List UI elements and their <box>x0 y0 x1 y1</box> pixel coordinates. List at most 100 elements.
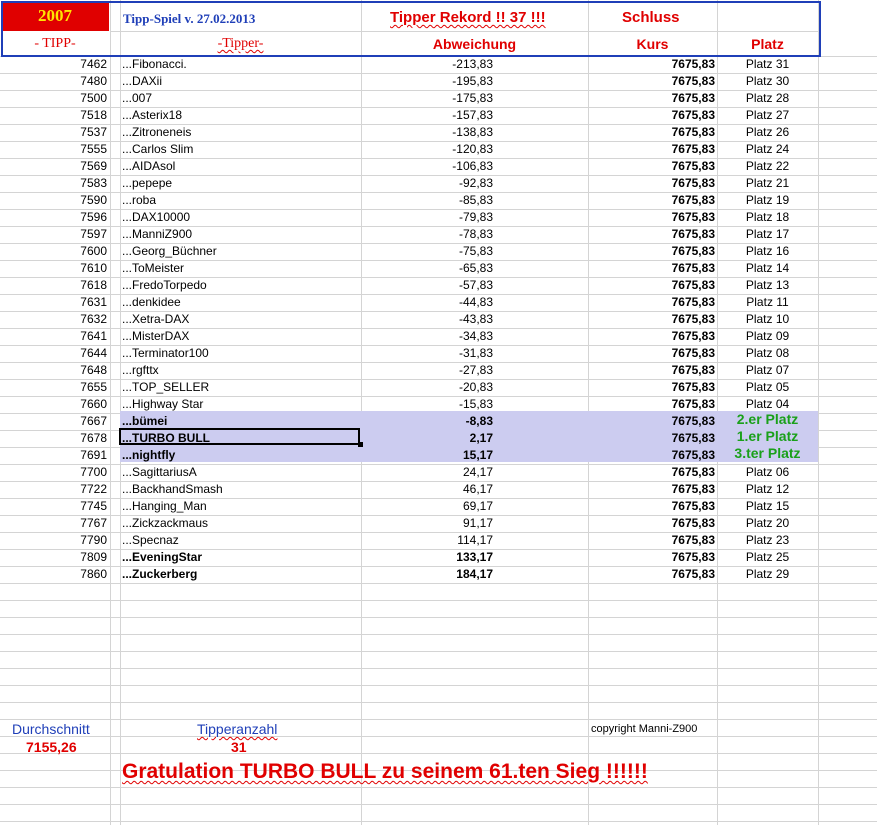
kurs-cell[interactable]: 7675,83 <box>588 311 715 328</box>
platz-cell[interactable]: Platz 10 <box>717 311 818 328</box>
tipper-cell[interactable]: ...Asterix18 <box>122 107 360 124</box>
tipper-cell[interactable]: ...Terminator100 <box>122 345 360 362</box>
fill-handle[interactable] <box>358 442 363 447</box>
kurs-cell[interactable]: 7675,83 <box>588 243 715 260</box>
kurs-cell[interactable]: 7675,83 <box>588 328 715 345</box>
platz-cell[interactable]: Platz 13 <box>717 277 818 294</box>
abweichung-cell[interactable]: -27,83 <box>361 362 493 379</box>
tipper-cell[interactable]: ...007 <box>122 90 360 107</box>
tipp-cell[interactable]: 7590 <box>0 192 107 209</box>
platz-cell[interactable]: Platz 16 <box>717 243 818 260</box>
tipp-cell[interactable]: 7597 <box>0 226 107 243</box>
kurs-cell[interactable]: 7675,83 <box>588 549 715 566</box>
abweichung-cell[interactable]: 46,17 <box>361 481 493 498</box>
kurs-cell[interactable]: 7675,83 <box>588 209 715 226</box>
kurs-cell[interactable]: 7675,83 <box>588 56 715 73</box>
kurs-cell[interactable]: 7675,83 <box>588 90 715 107</box>
platz-cell[interactable]: Platz 19 <box>717 192 818 209</box>
kurs-cell[interactable]: 7675,83 <box>588 158 715 175</box>
tipp-cell[interactable]: 7667 <box>0 413 107 430</box>
abweichung-cell[interactable]: -79,83 <box>361 209 493 226</box>
tipper-cell[interactable]: ...FredoTorpedo <box>122 277 360 294</box>
kurs-cell[interactable]: 7675,83 <box>588 345 715 362</box>
abweichung-cell[interactable]: 69,17 <box>361 498 493 515</box>
tipp-cell[interactable]: 7569 <box>0 158 107 175</box>
platz-cell[interactable]: Platz 15 <box>717 498 818 515</box>
kurs-cell[interactable]: 7675,83 <box>588 464 715 481</box>
tipper-cell[interactable]: ...Georg_Büchner <box>122 243 360 260</box>
tipp-cell[interactable]: 7583 <box>0 175 107 192</box>
tipp-cell[interactable]: 7610 <box>0 260 107 277</box>
tipp-cell[interactable]: 7790 <box>0 532 107 549</box>
platz-cell[interactable]: Platz 07 <box>717 362 818 379</box>
tipp-cell[interactable]: 7678 <box>0 430 107 447</box>
tipp-cell[interactable]: 7648 <box>0 362 107 379</box>
platz-cell[interactable]: Platz 09 <box>717 328 818 345</box>
tipper-cell[interactable]: ...DAX10000 <box>122 209 360 226</box>
tipper-cell[interactable]: ...ToMeister <box>122 260 360 277</box>
tipp-cell[interactable]: 7462 <box>0 56 107 73</box>
tipper-cell[interactable]: ...AIDAsol <box>122 158 360 175</box>
platz-cell[interactable]: Platz 12 <box>717 481 818 498</box>
tipper-cell[interactable]: ...DAXii <box>122 73 360 90</box>
tipper-cell[interactable]: ...pepepe <box>122 175 360 192</box>
platz-cell[interactable]: Platz 18 <box>717 209 818 226</box>
tipp-cell[interactable]: 7860 <box>0 566 107 583</box>
abweichung-cell[interactable]: -85,83 <box>361 192 493 209</box>
kurs-cell[interactable]: 7675,83 <box>588 260 715 277</box>
tipper-cell[interactable]: ...MisterDAX <box>122 328 360 345</box>
platz-cell[interactable]: 2.er Platz <box>717 411 818 428</box>
tipp-cell[interactable]: 7700 <box>0 464 107 481</box>
tipper-cell[interactable]: ...Fibonacci. <box>122 56 360 73</box>
platz-cell[interactable]: Platz 08 <box>717 345 818 362</box>
tipper-cell[interactable]: ...TOP_SELLER <box>122 379 360 396</box>
abweichung-cell[interactable]: -138,83 <box>361 124 493 141</box>
kurs-cell[interactable]: 7675,83 <box>588 277 715 294</box>
tipp-cell[interactable]: 7722 <box>0 481 107 498</box>
platz-cell[interactable]: Platz 26 <box>717 124 818 141</box>
platz-cell[interactable]: Platz 25 <box>717 549 818 566</box>
abweichung-cell[interactable]: -157,83 <box>361 107 493 124</box>
platz-cell[interactable]: Platz 11 <box>717 294 818 311</box>
platz-cell[interactable]: Platz 21 <box>717 175 818 192</box>
kurs-cell[interactable]: 7675,83 <box>588 532 715 549</box>
abweichung-cell[interactable]: -43,83 <box>361 311 493 328</box>
tipp-cell[interactable]: 7518 <box>0 107 107 124</box>
tipper-cell[interactable]: ...Specnaz <box>122 532 360 549</box>
abweichung-cell[interactable]: -213,83 <box>361 56 493 73</box>
kurs-cell[interactable]: 7675,83 <box>588 481 715 498</box>
platz-cell[interactable]: 3.ter Platz <box>717 445 818 462</box>
tipper-cell[interactable]: ...Zuckerberg <box>122 566 360 583</box>
abweichung-cell[interactable]: -31,83 <box>361 345 493 362</box>
kurs-cell[interactable]: 7675,83 <box>588 566 715 583</box>
abweichung-cell[interactable]: -78,83 <box>361 226 493 243</box>
platz-cell[interactable]: Platz 22 <box>717 158 818 175</box>
platz-cell[interactable]: Platz 17 <box>717 226 818 243</box>
abweichung-cell[interactable]: -195,83 <box>361 73 493 90</box>
tipper-cell[interactable]: ...roba <box>122 192 360 209</box>
tipp-cell[interactable]: 7660 <box>0 396 107 413</box>
kurs-cell[interactable]: 7675,83 <box>588 447 715 464</box>
tipp-cell[interactable]: 7745 <box>0 498 107 515</box>
tipp-cell[interactable]: 7537 <box>0 124 107 141</box>
tipper-cell[interactable]: ...ManniZ900 <box>122 226 360 243</box>
abweichung-cell[interactable]: -120,83 <box>361 141 493 158</box>
abweichung-cell[interactable]: -15,83 <box>361 396 493 413</box>
kurs-cell[interactable]: 7675,83 <box>588 294 715 311</box>
tipper-cell[interactable]: ...Xetra-DAX <box>122 311 360 328</box>
platz-cell[interactable]: Platz 06 <box>717 464 818 481</box>
platz-cell[interactable]: Platz 31 <box>717 56 818 73</box>
abweichung-cell[interactable]: -57,83 <box>361 277 493 294</box>
tipp-cell[interactable]: 7655 <box>0 379 107 396</box>
tipp-cell[interactable]: 7618 <box>0 277 107 294</box>
tipp-cell[interactable]: 7596 <box>0 209 107 226</box>
abweichung-cell[interactable]: 133,17 <box>361 549 493 566</box>
kurs-cell[interactable]: 7675,83 <box>588 396 715 413</box>
abweichung-cell[interactable]: -44,83 <box>361 294 493 311</box>
abweichung-cell[interactable]: -34,83 <box>361 328 493 345</box>
tipper-cell[interactable]: ...denkidee <box>122 294 360 311</box>
platz-cell[interactable]: 1.er Platz <box>717 428 818 445</box>
abweichung-cell[interactable]: -65,83 <box>361 260 493 277</box>
kurs-cell[interactable]: 7675,83 <box>588 124 715 141</box>
platz-cell[interactable]: Platz 05 <box>717 379 818 396</box>
